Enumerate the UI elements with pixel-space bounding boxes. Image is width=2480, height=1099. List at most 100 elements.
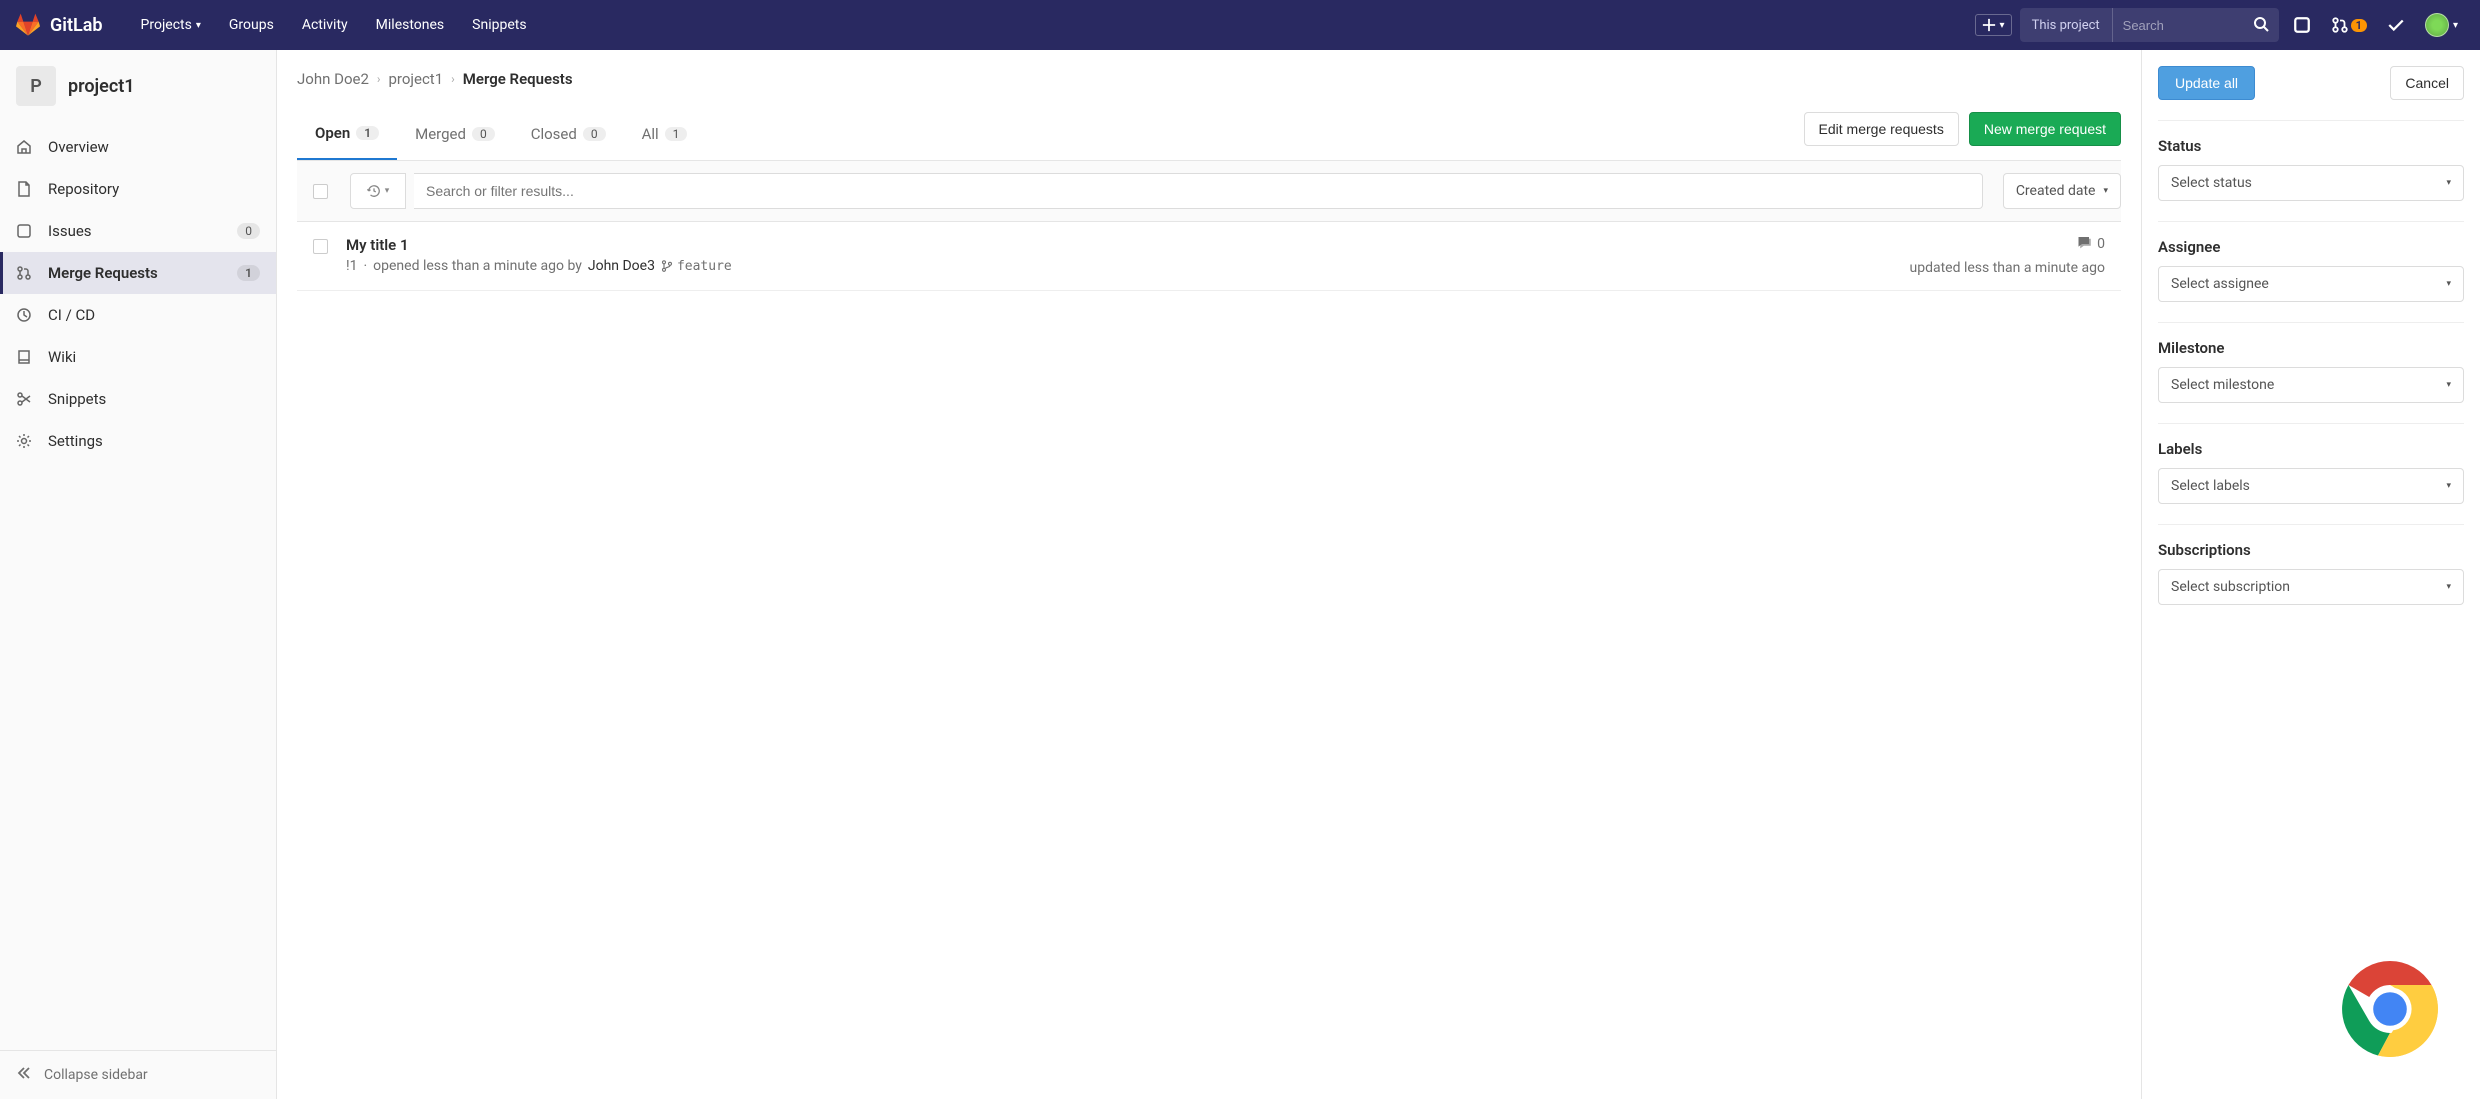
sidebar-item-cicd[interactable]: CI / CD	[0, 294, 276, 336]
comments-icon	[2078, 237, 2093, 251]
sidebar-item-wiki[interactable]: Wiki	[0, 336, 276, 378]
bulk-assignee-label: Assignee	[2158, 238, 2464, 256]
mr-branch: feature	[677, 259, 732, 274]
tab-count: 0	[472, 127, 495, 141]
sidebar-item-label: Wiki	[48, 348, 76, 366]
sidebar-item-merge-requests[interactable]: Merge Requests 1	[0, 252, 276, 294]
plus-dropdown[interactable]: ▾	[1975, 14, 2012, 36]
recent-searches-dropdown[interactable]: ▾	[350, 173, 406, 209]
search-input[interactable]	[2113, 8, 2243, 42]
sidebar-badge: 0	[237, 223, 260, 239]
book-icon	[16, 349, 34, 365]
avatar	[2425, 13, 2449, 37]
bulk-subscriptions-label: Subscriptions	[2158, 541, 2464, 559]
new-merge-request-button[interactable]: New merge request	[1969, 112, 2121, 146]
bulk-milestone-dropdown[interactable]: Select milestone ▾	[2158, 367, 2464, 403]
filter-input[interactable]	[414, 173, 1983, 209]
sort-dropdown[interactable]: Created date ▾	[2003, 173, 2121, 209]
history-icon	[367, 184, 381, 198]
nav-groups[interactable]: Groups	[215, 0, 288, 50]
tab-closed[interactable]: Closed 0	[513, 109, 624, 159]
nav-todos[interactable]	[2381, 10, 2411, 40]
mr-comments[interactable]: 0	[1910, 236, 2105, 252]
select-all-checkbox[interactable]	[313, 184, 328, 199]
cancel-button[interactable]: Cancel	[2390, 66, 2464, 100]
caret-down-icon: ▾	[196, 20, 201, 31]
caret-down-icon: ▾	[2446, 582, 2451, 592]
sidebar-item-label: Merge Requests	[48, 264, 158, 282]
sidebar-badge: 1	[237, 265, 260, 281]
sidebar-item-label: Settings	[48, 432, 103, 450]
sidebar-item-issues[interactable]: Issues 0	[0, 210, 276, 252]
tab-count: 0	[583, 127, 606, 141]
sidebar: P project1 Overview Repository Issues 0 …	[0, 50, 277, 1099]
caret-down-icon: ▾	[2446, 178, 2451, 188]
branch-icon	[661, 259, 673, 273]
tab-open[interactable]: Open 1	[297, 108, 397, 160]
search-icon	[2253, 16, 2269, 32]
tab-merged[interactable]: Merged 0	[397, 109, 513, 159]
sidebar-item-label: Snippets	[48, 390, 106, 408]
sidebar-project-header[interactable]: P project1	[0, 50, 276, 122]
bulk-milestone-label: Milestone	[2158, 339, 2464, 357]
caret-down-icon: ▾	[2000, 20, 2005, 31]
project-title: project1	[68, 76, 135, 97]
bulk-assignee-dropdown[interactable]: Select assignee ▾	[2158, 266, 2464, 302]
sidebar-item-label: CI / CD	[48, 306, 95, 324]
mr-opened-text: opened less than a minute ago by	[373, 258, 582, 274]
merge-request-row: My title 1 !1 · opened less than a minut…	[297, 222, 2121, 291]
tab-count: 1	[356, 126, 379, 140]
nav-milestones[interactable]: Milestones	[362, 0, 459, 50]
sidebar-item-snippets[interactable]: Snippets	[0, 378, 276, 420]
sidebar-item-overview[interactable]: Overview	[0, 126, 276, 168]
mr-title[interactable]: My title 1	[346, 236, 1910, 254]
caret-down-icon: ▾	[385, 186, 390, 196]
chrome-icon	[2330, 949, 2450, 1069]
sidebar-item-label: Issues	[48, 222, 92, 240]
brand-text: GitLab	[50, 15, 103, 36]
top-navbar: GitLab Projects ▾ Groups Activity Milest…	[0, 0, 2480, 50]
breadcrumb-current: Merge Requests	[463, 70, 573, 88]
collapse-sidebar[interactable]: Collapse sidebar	[0, 1050, 276, 1099]
breadcrumb-user[interactable]: John Doe2	[297, 70, 369, 88]
filter-row: ▾ Created date ▾	[297, 161, 2121, 222]
bulk-labels-dropdown[interactable]: Select labels ▾	[2158, 468, 2464, 504]
project-avatar: P	[16, 66, 56, 106]
edit-merge-requests-button[interactable]: Edit merge requests	[1804, 112, 1959, 146]
scissors-icon	[16, 391, 34, 407]
file-icon	[16, 181, 34, 197]
bulk-status-dropdown[interactable]: Select status ▾	[2158, 165, 2464, 201]
search-scope[interactable]: This project	[2020, 8, 2113, 42]
sidebar-item-repository[interactable]: Repository	[0, 168, 276, 210]
brand[interactable]: GitLab	[16, 13, 103, 37]
caret-down-icon: ▾	[2453, 20, 2458, 31]
bulk-update-panel: Update all Cancel Status Select status ▾…	[2142, 50, 2480, 1099]
tab-all[interactable]: All 1	[624, 109, 706, 159]
bulk-subscriptions-dropdown[interactable]: Select subscription ▾	[2158, 569, 2464, 605]
bulk-status-label: Status	[2158, 137, 2464, 155]
user-menu[interactable]: ▾	[2419, 7, 2464, 43]
nav-issues[interactable]	[2287, 10, 2317, 40]
plus-icon	[1982, 18, 1996, 32]
sidebar-item-label: Repository	[48, 180, 119, 198]
mr-author[interactable]: John Doe3	[588, 258, 655, 274]
nav-projects[interactable]: Projects ▾	[127, 0, 215, 50]
merge-request-icon	[16, 265, 34, 281]
update-all-button[interactable]: Update all	[2158, 66, 2255, 100]
nav-merge-requests[interactable]: 1	[2325, 10, 2373, 40]
search-button[interactable]	[2243, 8, 2279, 42]
gitlab-logo-icon	[16, 13, 40, 37]
nav-snippets[interactable]: Snippets	[458, 0, 540, 50]
home-icon	[16, 139, 34, 155]
chevron-double-left-icon	[16, 1065, 32, 1085]
rocket-icon	[16, 307, 34, 323]
bulk-labels-label: Labels	[2158, 440, 2464, 458]
sidebar-item-settings[interactable]: Settings	[0, 420, 276, 462]
caret-down-icon: ▾	[2446, 481, 2451, 491]
nav-activity[interactable]: Activity	[288, 0, 362, 50]
search-group: This project	[2020, 8, 2279, 42]
row-checkbox[interactable]	[313, 239, 328, 254]
todos-icon	[2387, 16, 2405, 34]
caret-down-icon: ▾	[2446, 380, 2451, 390]
breadcrumb-project[interactable]: project1	[389, 70, 444, 88]
